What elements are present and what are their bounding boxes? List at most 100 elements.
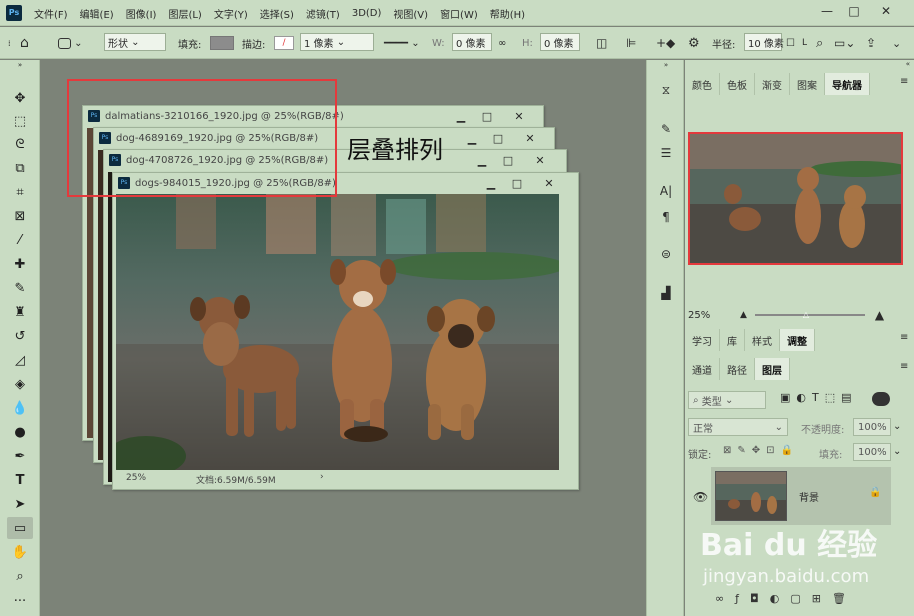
menu-item-7[interactable]: 3D(D) [352, 8, 382, 19]
navigator-preview[interactable] [688, 132, 903, 265]
status-arrow-icon[interactable]: › [320, 472, 324, 482]
path-alignment-icon[interactable]: ⊫ [626, 33, 636, 53]
layer-kind-filter[interactable]: ⌕ 类型 ⌄ [688, 391, 766, 409]
radius-input[interactable]: 10 像素 [744, 33, 784, 51]
rectangle-tool-icon[interactable]: ▭ [7, 517, 33, 539]
doc1-maximize-button[interactable]: □ [475, 106, 499, 126]
object-select-tool-icon[interactable]: ⧉ [7, 157, 33, 179]
navigator-tab-0[interactable]: 颜色 [685, 73, 720, 95]
opacity-input[interactable]: 100% [853, 418, 891, 436]
width-input[interactable]: 0 像素 [452, 33, 492, 51]
pen-tool-icon[interactable]: ✒ [7, 445, 33, 467]
eraser-tool-icon[interactable]: ◿ [7, 349, 33, 371]
eye-icon[interactable]: 👁 [693, 490, 708, 504]
zoom-level[interactable]: 25% [126, 473, 146, 483]
fill-dropdown-icon[interactable]: ⌄ [893, 446, 901, 457]
stroke-size-select[interactable]: 1 像素 ⌄ [300, 33, 374, 51]
history-brush-tool-icon[interactable]: ↺ [7, 325, 33, 347]
layer-filter-icons[interactable]: ▣◐T⬚▤ [780, 391, 858, 404]
layer-bottom-icons[interactable]: ∞ƒ◘◐▢⊞🗑 [715, 592, 857, 605]
path-selection-tool-icon[interactable]: ➤ [7, 493, 33, 515]
zoom-slider[interactable]: △ [754, 310, 865, 319]
doc3-close-button[interactable]: ✕ [528, 150, 552, 170]
blend-mode-select[interactable]: 正常 ⌄ [688, 418, 788, 436]
minimize-button[interactable]: — [815, 0, 839, 22]
paragraph-panel-icon[interactable]: ¶ [654, 206, 678, 228]
layer-name[interactable]: 背景 [799, 489, 819, 504]
doc4-minimize-button[interactable]: ▁ [479, 173, 503, 193]
doc4-close-button[interactable]: ✕ [537, 173, 561, 193]
menu-item-4[interactable]: 文字(Y) [214, 6, 248, 21]
home-icon[interactable]: ⌂ [20, 33, 29, 53]
layer-row-background[interactable]: 背景 🔒 [711, 467, 891, 525]
adjustments-tab-2[interactable]: 样式 [745, 329, 780, 351]
brush-settings-icon[interactable]: ✎ [654, 118, 678, 140]
menu-item-0[interactable]: 文件(F) [34, 6, 68, 21]
path-arrangement-icon[interactable]: +◆ [656, 33, 675, 53]
strip-collapse-icon[interactable]: » [654, 60, 678, 70]
menu-item-10[interactable]: 帮助(H) [490, 6, 525, 21]
marquee-tool-icon[interactable]: ⬚ [7, 110, 33, 132]
hand-tool-icon[interactable]: ✋ [7, 541, 33, 563]
maximize-button[interactable]: □ [842, 0, 866, 22]
clone-stamp-tool-icon[interactable]: ♜ [7, 301, 33, 323]
doc1-close-button[interactable]: ✕ [507, 106, 531, 126]
menu-item-5[interactable]: 选择(S) [260, 6, 294, 21]
path-operations-icon[interactable]: ◫ [596, 33, 607, 53]
toolbox-collapse-icon[interactable]: » [7, 60, 33, 70]
height-input[interactable]: 0 像素 [540, 33, 580, 51]
menu-item-9[interactable]: 窗口(W) [440, 6, 478, 21]
fill-opacity-input[interactable]: 100% [853, 443, 891, 461]
workspace-icon[interactable]: ▭⌄ [834, 33, 855, 53]
blur-tool-icon[interactable]: 💧 [7, 397, 33, 419]
doc2-minimize-button[interactable]: ▁ [460, 128, 484, 148]
dodge-tool-icon[interactable]: ● [7, 421, 33, 443]
frame-tool-icon[interactable]: ⊠ [7, 205, 33, 227]
doc2-close-button[interactable]: ✕ [518, 128, 542, 148]
menu-item-2[interactable]: 图像(I) [126, 6, 157, 21]
menu-item-1[interactable]: 编辑(E) [80, 6, 114, 21]
share-icon[interactable]: ⇪ [866, 33, 876, 53]
doc3-minimize-button[interactable]: ▁ [470, 150, 494, 170]
shape-tool-preset[interactable]: ⌄ [58, 33, 83, 53]
healing-brush-tool-icon[interactable]: ✚ [7, 253, 33, 275]
zoom-tool-icon[interactable]: ⌕ [7, 565, 33, 587]
zoom-out-icon[interactable]: ▲ [740, 310, 747, 320]
link-icon[interactable]: ∞ [498, 33, 506, 53]
adjustments-tab-0[interactable]: 学习 [685, 329, 720, 351]
adjustments-tab-1[interactable]: 库 [720, 329, 745, 351]
brush-tool-icon[interactable]: ✎ [7, 277, 33, 299]
shape-mode-select[interactable]: 形状 ⌄ [104, 33, 166, 51]
panel-collapse-icon[interactable]: « [685, 60, 914, 70]
move-tool-icon[interactable]: ✥ [7, 87, 33, 109]
more-tools-icon[interactable]: ··· [7, 590, 33, 612]
filter-toggle[interactable] [872, 392, 890, 406]
layers-tab-2[interactable]: 图层 [755, 358, 790, 380]
zoom-slider-thumb[interactable]: △ [803, 310, 809, 319]
zoom-in-icon[interactable]: ▲ [875, 308, 884, 322]
layers-tab-1[interactable]: 路径 [720, 358, 755, 380]
paint-bucket-tool-icon[interactable]: ◈ [7, 373, 33, 395]
panel-menu-icon[interactable]: ≡ [900, 76, 908, 87]
fill-swatch[interactable] [210, 33, 234, 53]
lasso-tool-icon[interactable]: ᘓ [7, 133, 33, 155]
navigator-tab-2[interactable]: 渐变 [755, 73, 790, 95]
eyedropper-tool-icon[interactable]: ⁄ [7, 229, 33, 251]
doc3-maximize-button[interactable]: □ [496, 150, 520, 170]
doc2-maximize-button[interactable]: □ [486, 128, 510, 148]
menu-item-8[interactable]: 视图(V) [393, 6, 428, 21]
document-photo[interactable] [116, 194, 559, 470]
doc1-minimize-button[interactable]: ▁ [449, 106, 473, 126]
navigator-zoom-value[interactable]: 25% [688, 310, 732, 321]
adjustments-tab-3[interactable]: 调整 [780, 329, 815, 351]
adjust-sliders-icon[interactable]: ☰ [654, 142, 678, 164]
opacity-dropdown-icon[interactable]: ⌄ [893, 421, 901, 432]
navigator-tab-4[interactable]: 导航器 [825, 73, 870, 95]
gear-icon[interactable]: ⚙ [688, 33, 700, 53]
navigator-tab-3[interactable]: 图案 [790, 73, 825, 95]
doc4-maximize-button[interactable]: □ [505, 173, 529, 193]
type-tool-icon[interactable]: T [7, 469, 33, 491]
navigator-tab-1[interactable]: 色板 [720, 73, 755, 95]
search-icon[interactable]: ⌕ [816, 33, 823, 53]
menu-item-6[interactable]: 滤镜(T) [306, 6, 340, 21]
